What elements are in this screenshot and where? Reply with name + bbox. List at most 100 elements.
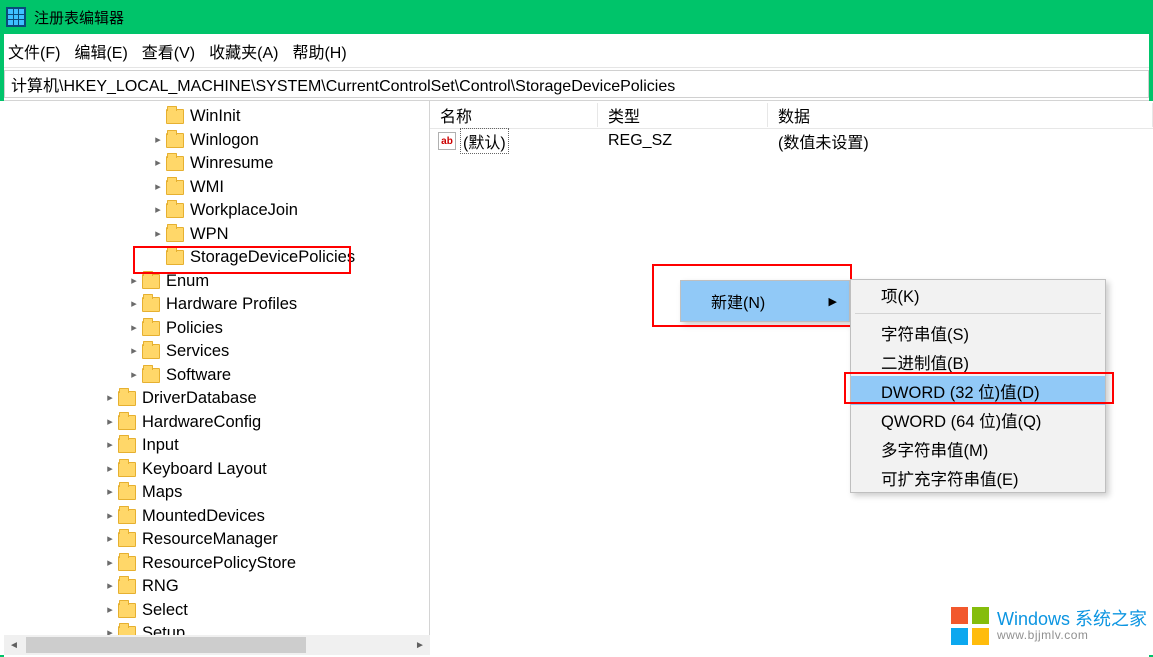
folder-icon [118, 532, 136, 547]
tree-item[interactable]: ▸WMI [0, 176, 429, 200]
chevron-right-icon[interactable]: ▸ [150, 152, 166, 176]
chevron-right-icon[interactable]: ▸ [126, 293, 142, 317]
tree-scrollbar-horizontal[interactable]: ◄ ► [4, 635, 430, 655]
tree-item[interactable]: ▸ Maps [0, 481, 429, 505]
tree-item[interactable]: WinInit [0, 105, 429, 129]
tree-item[interactable]: StorageDevicePolicies [0, 246, 429, 270]
tree-item-label: Select [142, 599, 188, 623]
chevron-right-icon[interactable]: ▸ [102, 552, 118, 576]
chevron-right-icon[interactable]: ▸ [102, 481, 118, 505]
chevron-right-icon[interactable]: ▸ [102, 434, 118, 458]
chevron-right-icon[interactable]: ▸ [102, 505, 118, 529]
tree-item-label: HardwareConfig [142, 411, 261, 435]
scroll-left-icon[interactable]: ◄ [4, 635, 24, 655]
menu-help[interactable]: 帮助(H) [292, 39, 346, 63]
folder-icon [142, 297, 160, 312]
folder-icon [142, 344, 160, 359]
tree-item[interactable]: ▸Software [0, 364, 429, 388]
folder-icon [166, 156, 184, 171]
scroll-track[interactable] [24, 635, 410, 655]
chevron-right-icon[interactable]: ▸ [102, 599, 118, 623]
tree-item-label: Maps [142, 481, 182, 505]
folder-icon [118, 556, 136, 571]
tree-item[interactable]: ▸ MountedDevices [0, 505, 429, 529]
context-item-new[interactable]: 新建(N) ▶ [681, 281, 849, 321]
col-type[interactable]: 类型 [598, 103, 768, 127]
tree-item[interactable]: ▸RNG [0, 575, 429, 599]
tree-item[interactable]: ▸ Select [0, 599, 429, 623]
submenu-item-multi[interactable]: 多字符串值(M) [851, 434, 1105, 463]
tree-item[interactable]: ▸Hardware Profiles [0, 293, 429, 317]
chevron-right-icon[interactable]: ▸ [102, 387, 118, 411]
tree-item[interactable]: ▸ Enum [0, 270, 429, 294]
chevron-right-icon[interactable]: ▸ [126, 317, 142, 341]
folder-icon [166, 227, 184, 242]
submenu-item-qword[interactable]: QWORD (64 位)值(Q) [851, 405, 1105, 434]
tree-item-label: Services [166, 340, 229, 364]
address-bar[interactable]: 计算机\HKEY_LOCAL_MACHINE\SYSTEM\CurrentCon… [4, 70, 1149, 98]
registry-tree[interactable]: WinInit▸Winlogon▸Winresume▸WMI▸Workplace… [0, 101, 429, 655]
tree-item-label: ResourceManager [142, 528, 278, 552]
value-type: REG_SZ [598, 132, 768, 150]
folder-icon [118, 391, 136, 406]
chevron-right-icon: ▶ [829, 295, 837, 308]
regedit-icon [6, 7, 26, 27]
tree-item[interactable]: ▸Input [0, 434, 429, 458]
tree-item-label: MountedDevices [142, 505, 265, 529]
submenu-item-string[interactable]: 字符串值(S) [851, 318, 1105, 347]
chevron-right-icon[interactable]: ▸ [150, 223, 166, 247]
tree-item[interactable]: ▸ResourcePolicyStore [0, 552, 429, 576]
chevron-right-icon[interactable]: ▸ [126, 340, 142, 364]
tree-pane[interactable]: WinInit▸Winlogon▸Winresume▸WMI▸Workplace… [0, 101, 430, 655]
context-menu-new[interactable]: 新建(N) ▶ [680, 280, 850, 322]
tree-item[interactable]: ▸DriverDatabase [0, 387, 429, 411]
submenu-item-key[interactable]: 项(K) [851, 280, 1105, 309]
menu-file[interactable]: 文件(F) [8, 39, 60, 63]
tree-item[interactable]: ▸ HardwareConfig [0, 411, 429, 435]
menu-edit[interactable]: 编辑(E) [74, 39, 127, 63]
tree-item[interactable]: ▸Winlogon [0, 129, 429, 153]
values-pane[interactable]: 名称 类型 数据 ab(默认)REG_SZ(数值未设置) 新建(N) ▶ 项(K… [430, 101, 1153, 655]
chevron-right-icon[interactable]: ▸ [126, 270, 142, 294]
chevron-right-icon[interactable]: ▸ [102, 458, 118, 482]
folder-icon [118, 415, 136, 430]
menu-favorites[interactable]: 收藏夹(A) [209, 39, 278, 63]
chevron-right-icon[interactable]: ▸ [150, 199, 166, 223]
col-data[interactable]: 数据 [768, 103, 1153, 127]
scroll-right-icon[interactable]: ► [410, 635, 430, 655]
scroll-thumb[interactable] [26, 637, 306, 653]
title-bar: 注册表编辑器 [0, 0, 1153, 34]
value-row[interactable]: ab(默认)REG_SZ(数值未设置) [430, 129, 1153, 153]
col-name[interactable]: 名称 [430, 103, 598, 127]
chevron-right-icon[interactable]: ▸ [102, 528, 118, 552]
chevron-right-icon[interactable]: ▸ [150, 129, 166, 153]
address-text: 计算机\HKEY_LOCAL_MACHINE\SYSTEM\CurrentCon… [11, 72, 675, 96]
chevron-right-icon[interactable]: ▸ [102, 411, 118, 435]
chevron-right-icon[interactable]: ▸ [150, 176, 166, 200]
folder-icon [142, 274, 160, 289]
tree-item[interactable]: ▸WPN [0, 223, 429, 247]
tree-item-label: StorageDevicePolicies [190, 246, 355, 270]
menu-bar: 文件(F) 编辑(E) 查看(V) 收藏夹(A) 帮助(H) [0, 34, 1153, 68]
tree-item[interactable]: ▸ Winresume [0, 152, 429, 176]
window-title: 注册表编辑器 [34, 7, 124, 28]
context-submenu-new[interactable]: 项(K) 字符串值(S) 二进制值(B) DWORD (32 位)值(D) QW… [850, 279, 1106, 493]
menu-view[interactable]: 查看(V) [142, 39, 195, 63]
tree-item-label: Winresume [190, 152, 273, 176]
tree-item-label: Enum [166, 270, 209, 294]
folder-icon [118, 462, 136, 477]
submenu-item-binary[interactable]: 二进制值(B) [851, 347, 1105, 376]
tree-item[interactable]: ▸Keyboard Layout [0, 458, 429, 482]
tree-item[interactable]: ▸WorkplaceJoin [0, 199, 429, 223]
tree-item[interactable]: ▸ Policies [0, 317, 429, 341]
tree-item[interactable]: ▸ Services [0, 340, 429, 364]
chevron-right-icon[interactable]: ▸ [102, 575, 118, 599]
folder-icon [166, 180, 184, 195]
chevron-right-icon[interactable]: ▸ [126, 364, 142, 388]
folder-icon [166, 133, 184, 148]
tree-item[interactable]: ▸ ResourceManager [0, 528, 429, 552]
submenu-item-expand[interactable]: 可扩充字符串值(E) [851, 463, 1105, 492]
submenu-item-dword[interactable]: DWORD (32 位)值(D) [851, 376, 1105, 405]
folder-icon [118, 509, 136, 524]
tree-item-label: Policies [166, 317, 223, 341]
